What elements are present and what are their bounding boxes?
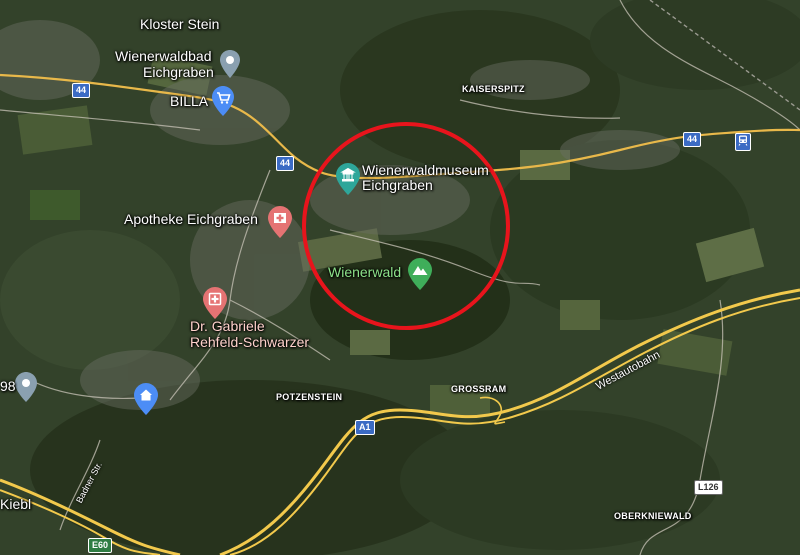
road-shield-44: 44 [276, 156, 295, 171]
map-view[interactable]: Kloster Stein Wienerwaldbad Eichgraben B… [0, 0, 800, 555]
place-label-kiebl[interactable]: Kiebl [0, 496, 31, 512]
road-shield-44: 44 [683, 132, 702, 147]
home-icon[interactable] [134, 383, 158, 415]
shopping-cart-icon[interactable] [212, 86, 234, 116]
place-pin-icon[interactable] [220, 50, 240, 78]
poi-label-doctor-line2[interactable]: Rehfeld-Schwarzer [190, 334, 309, 350]
place-pin-icon[interactable] [15, 372, 37, 402]
road-shield-l126: L126 [694, 480, 723, 495]
mountain-icon[interactable] [408, 258, 432, 290]
road-shield-44: 44 [72, 83, 91, 98]
road-shield-e60: E60 [88, 538, 113, 553]
road-shield-a1: A1 [355, 420, 375, 435]
place-label-eichgraben[interactable]: Eichgraben [143, 64, 214, 80]
poi-label-doctor-line1[interactable]: Dr. Gabriele [190, 318, 265, 334]
poi-label-apotheke[interactable]: Apotheke Eichgraben [124, 211, 258, 227]
shop-label-billa[interactable]: BILLA [170, 93, 208, 109]
medical-icon[interactable] [203, 287, 227, 319]
place-label-wienerwaldbad[interactable]: Wienerwaldbad [115, 48, 212, 64]
train-icon[interactable] [735, 133, 751, 151]
edge-label-98: 98 [0, 378, 16, 394]
place-label-kloster-stein[interactable]: Kloster Stein [140, 16, 219, 32]
area-label-oberkniewald: OBERKNIEWALD [614, 511, 692, 521]
area-label-grossram: GROSSRAM [451, 384, 507, 394]
area-label-potzenstein: POTZENSTEIN [276, 392, 343, 402]
poi-label-museum-line2[interactable]: Eichgraben [362, 177, 433, 193]
poi-label-museum-line1[interactable]: Wienerwaldmuseum [362, 162, 489, 178]
park-label-wienerwald[interactable]: Wienerwald [328, 264, 401, 280]
pharmacy-icon[interactable] [268, 206, 292, 238]
area-label-kaiserspitz: KAISERSPITZ [462, 84, 525, 94]
museum-icon[interactable] [336, 163, 360, 195]
